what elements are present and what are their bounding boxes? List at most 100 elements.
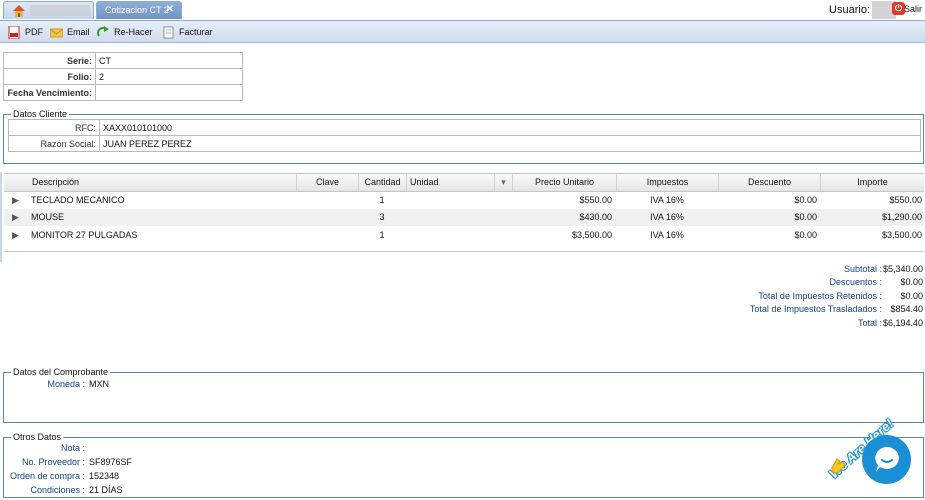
descuentos-value: $0.00 [900, 277, 923, 287]
rfc-row: RFC: XAXX010101000 [8, 119, 921, 136]
subtotal-label: Subtotal : [843, 264, 882, 274]
cell-descripcion: MONITOR 27 PULGADAS [31, 230, 138, 240]
no-proveedor-value: SF8976SF [89, 457, 133, 467]
usuario-label: Usuario: [829, 4, 870, 16]
rehacer-label: Re-Hacer [114, 27, 153, 37]
col-importe[interactable]: Importe [820, 174, 924, 191]
expand-icon[interactable]: ▶ [12, 227, 19, 244]
cell-descuento: $0.00 [794, 195, 817, 205]
serie-row: Serie: CT [3, 52, 243, 69]
pdf-label: PDF [25, 27, 43, 37]
cell-descripcion: MOUSE [31, 212, 65, 222]
items-grid-header: Descripción Clave Cantidad Unidad ▾ Prec… [4, 173, 924, 192]
column-menu-icon[interactable]: ▾ [494, 174, 512, 191]
col-descuento[interactable]: Descuento [718, 174, 820, 191]
razon-social-value: JUAN PEREZ PEREZ [99, 135, 921, 152]
home-icon [13, 5, 25, 17]
datos-comprobante-legend: Datos del Comprobante [13, 367, 109, 377]
chat-widget[interactable]: We Are Here! [822, 410, 925, 500]
table-row[interactable]: ▶ TECLADO MECANICO 1 $550.00 IVA 16% $0.… [4, 192, 924, 209]
pdf-icon [8, 25, 20, 39]
datos-comprobante-fieldset: Datos del Comprobante [3, 367, 924, 423]
cell-cantidad: 1 [379, 195, 385, 205]
rehacer-button[interactable]: Re-Hacer [97, 25, 153, 39]
cell-importe: $1,290.00 [881, 212, 922, 222]
fecha-vencimiento-value [95, 84, 243, 101]
cell-unidad [406, 192, 506, 209]
chat-bubble-icon [875, 447, 899, 472]
col-cantidad[interactable]: Cantidad [358, 174, 406, 191]
otros-datos-legend: Otros Datos [13, 432, 62, 442]
envelope-icon [50, 28, 63, 37]
fecha-vencimiento-label: Fecha Vencimiento: [3, 84, 96, 101]
facturar-button[interactable]: Facturar [162, 25, 213, 39]
razon-social-row: Razón Social: JUAN PEREZ PEREZ [8, 135, 921, 152]
tab-cotizacion-label: Cotizacion CT 2 [105, 5, 169, 15]
cell-impuestos: IVA 16% [650, 212, 684, 222]
cell-precio: $3,500.00 [571, 230, 612, 240]
cell-precio: $550.00 [579, 195, 612, 205]
expand-icon[interactable]: ▶ [12, 192, 19, 209]
condiciones-value: 21 DÍAS [89, 485, 123, 495]
salir-link[interactable]: Salir [904, 4, 922, 14]
email-label: Email [67, 27, 90, 37]
close-icon[interactable]: ✕ [166, 4, 174, 15]
rfc-value: XAXX010101000 [99, 119, 921, 136]
subtotal-value: $5,340.00 [882, 264, 923, 274]
toolbar: PDF Email Re-Hacer Facturar [0, 21, 925, 43]
condiciones-label: Condiciones : [30, 485, 85, 495]
redo-icon [97, 25, 109, 37]
chat-launcher-button[interactable] [862, 435, 911, 484]
email-button[interactable]: Email [50, 25, 90, 39]
tab-home[interactable] [3, 1, 94, 19]
col-descripcion[interactable]: Descripción [4, 174, 296, 191]
col-impuestos[interactable]: Impuestos [616, 174, 718, 191]
facturar-label: Facturar [179, 27, 213, 37]
grid-bottom-divider [4, 251, 924, 252]
table-row[interactable]: ▶ MONITOR 27 PULGADAS 1 $3,500.00 IVA 16… [4, 227, 924, 244]
cell-importe: $550.00 [889, 195, 922, 205]
folio-value: 2 [95, 68, 243, 85]
waving-hand-icon [831, 458, 846, 474]
impuestos-trasladados-label: Total de Impuestos Trasladados : [749, 304, 882, 314]
cell-descripcion: TECLADO MECANICO [31, 195, 125, 205]
cell-precio: $430.00 [579, 212, 612, 222]
nota-label: Nota : [60, 443, 85, 453]
orden-compra-value: 152348 [89, 471, 120, 481]
col-clave[interactable]: Clave [296, 174, 358, 191]
rfc-label: RFC: [8, 119, 100, 136]
col-unidad[interactable]: Unidad [406, 174, 494, 191]
orden-compra-label: Orden de compra : [9, 471, 85, 481]
total-label: Total : [857, 318, 882, 328]
tab-cotizacion[interactable]: Cotizacion CT 2 ✕ [96, 1, 182, 19]
datos-cliente-legend: Datos Cliente [13, 109, 68, 119]
cell-unidad [406, 209, 506, 226]
folio-label: Folio: [3, 68, 96, 85]
impuestos-trasladados-value: $854.40 [890, 304, 923, 314]
pdf-button[interactable]: PDF [8, 25, 43, 39]
cell-impuestos: IVA 16% [650, 195, 684, 205]
moneda-label: Moneda : [47, 379, 85, 389]
cliente-table: RFC: XAXX010101000 Razón Social: JUAN PE… [8, 119, 921, 152]
col-precio-unitario[interactable]: Precio Unitario [512, 174, 616, 191]
top-tab-bar: Cotizacion CT 2 ✕ Usuario: ⏻ Salir [0, 0, 925, 21]
serie-value: CT [95, 52, 243, 69]
table-row[interactable]: ▶ MOUSE 3 $430.00 IVA 16% $0.00 $1,290.0… [4, 209, 924, 226]
document-info-table: Serie: CT Folio: 2 Fecha Vencimiento: [3, 52, 243, 101]
cell-cantidad: 1 [379, 230, 385, 240]
cell-descuento: $0.00 [794, 212, 817, 222]
fecha-vencimiento-row: Fecha Vencimiento: [3, 84, 243, 101]
left-resize-handle[interactable] [0, 172, 2, 262]
cell-clave [296, 209, 358, 226]
descuentos-label: Descuentos : [829, 277, 882, 287]
impuestos-retenidos-value: $0.00 [900, 291, 923, 301]
invoice-icon [163, 26, 174, 38]
cell-cantidad: 3 [379, 212, 385, 222]
cell-clave [296, 192, 358, 209]
cell-clave [296, 227, 358, 244]
cell-unidad [406, 227, 506, 244]
total-value: $6,194.40 [882, 318, 923, 328]
expand-icon[interactable]: ▶ [12, 209, 19, 226]
tab-home-label [30, 5, 90, 16]
no-proveedor-label: No. Proveedor : [21, 457, 85, 467]
